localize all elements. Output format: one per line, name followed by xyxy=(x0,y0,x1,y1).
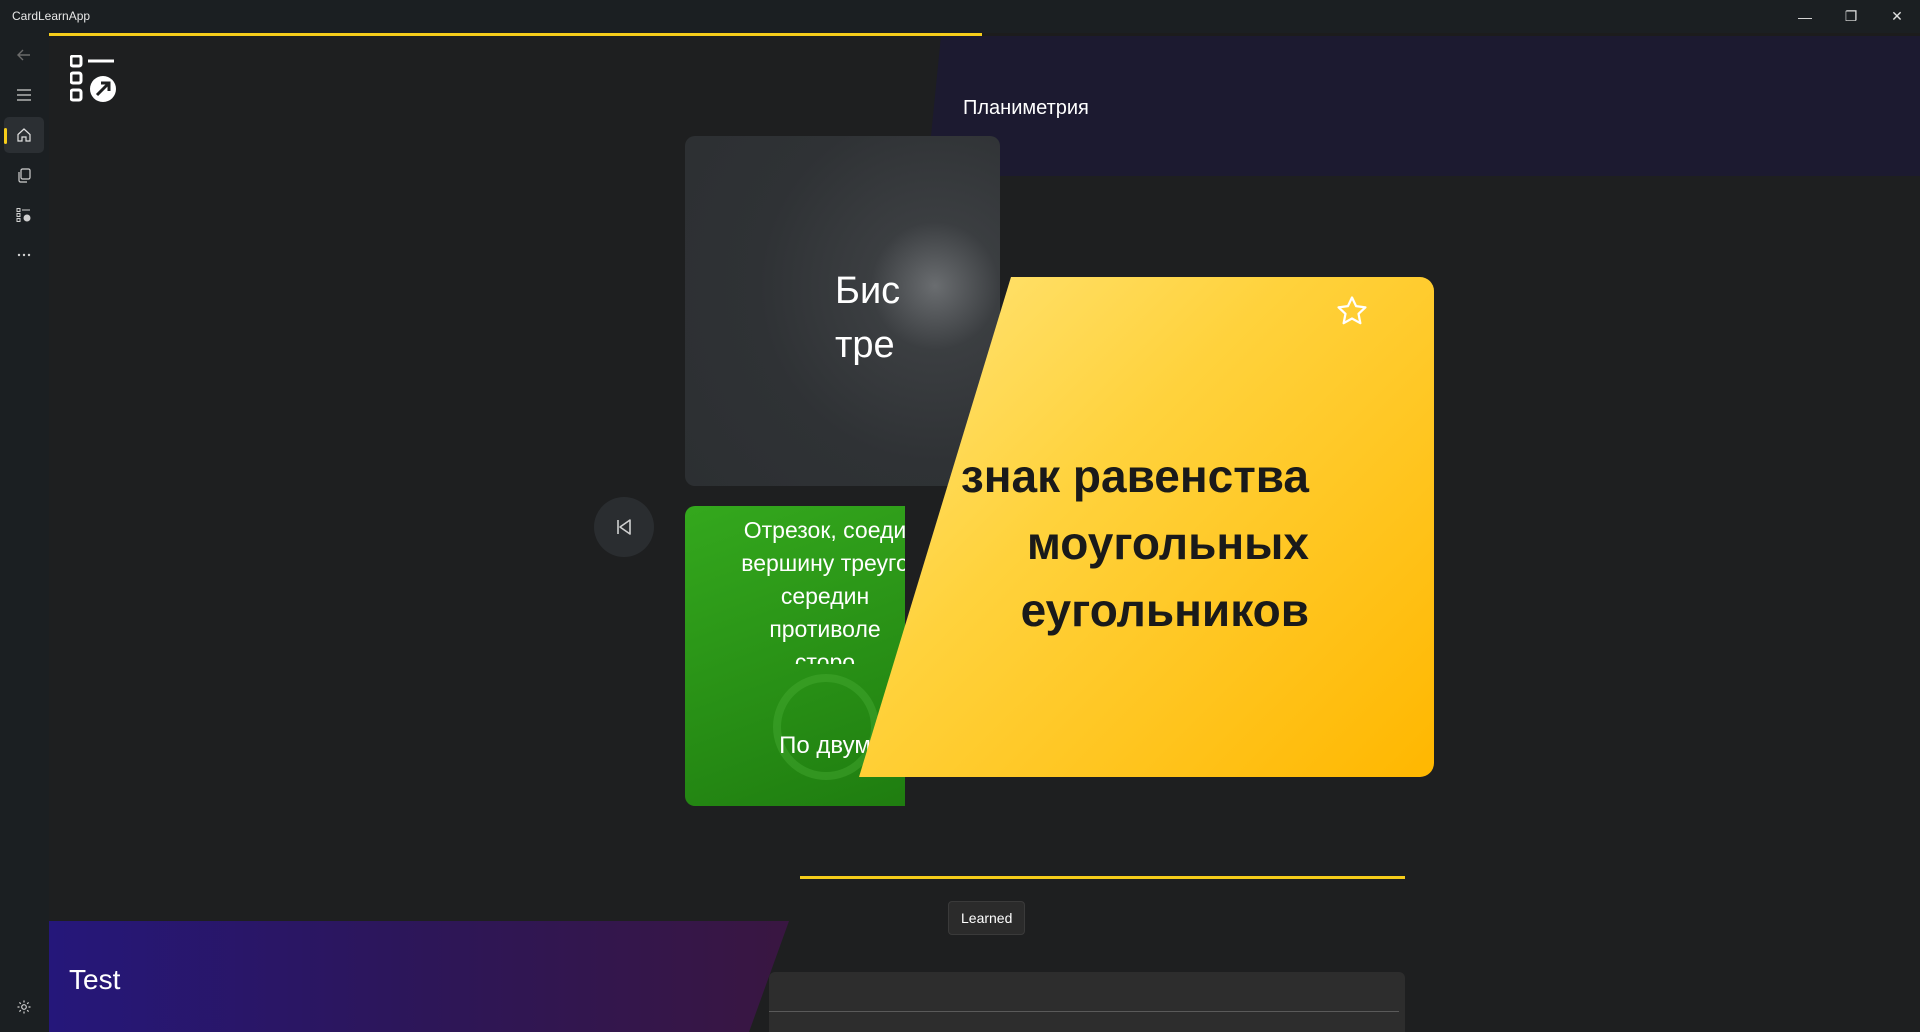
back-button[interactable] xyxy=(4,37,44,73)
cards-copy-icon xyxy=(18,168,31,183)
input-underline xyxy=(769,1011,1399,1012)
hamburger-icon xyxy=(17,89,31,101)
skip-previous-icon xyxy=(617,519,631,535)
deck-title: Планиметрия xyxy=(963,97,1089,119)
title-bar: CardLearnApp — ❐ ✕ xyxy=(0,0,1920,33)
close-button[interactable]: ✕ xyxy=(1874,0,1920,33)
test-answer-input[interactable] xyxy=(769,972,1405,1032)
app-logo-icon xyxy=(70,55,116,102)
selection-indicator xyxy=(4,128,7,144)
minimize-icon: — xyxy=(1798,8,1812,25)
minimize-button[interactable]: — xyxy=(1782,0,1828,33)
nav-rail xyxy=(0,33,49,1032)
previous-card-button[interactable] xyxy=(594,497,654,557)
maximize-icon: ❐ xyxy=(1844,8,1858,24)
back-arrow-icon xyxy=(17,49,30,61)
gear-icon xyxy=(17,1000,31,1014)
nav-item-settings[interactable] xyxy=(4,989,44,1025)
nav-item-more[interactable] xyxy=(4,237,44,273)
answer-definition-text: Отрезок, соеди вершину треуго середин пр… xyxy=(741,517,905,664)
home-icon xyxy=(17,128,31,142)
maximize-button[interactable]: ❐ xyxy=(1828,0,1874,33)
learned-tooltip: Learned xyxy=(948,901,1026,935)
stacked-card-back[interactable]: Бис тре xyxy=(685,136,1000,486)
nav-item-cards[interactable] xyxy=(4,157,44,193)
learned-progress-bar xyxy=(800,876,1405,879)
list-check-icon xyxy=(16,208,31,222)
test-title: Test xyxy=(69,964,121,995)
main-content: Планиметрия Бис тре Отрезок, соеди верши… xyxy=(49,36,1920,1032)
app-title: CardLearnApp xyxy=(12,9,91,23)
card-back-text: Бис тре xyxy=(835,270,901,366)
nav-item-quiz[interactable] xyxy=(4,197,44,233)
test-section-band xyxy=(49,921,789,1032)
nav-item-home[interactable] xyxy=(4,117,44,153)
favorite-star-icon[interactable] xyxy=(1335,294,1369,328)
close-icon: ✕ xyxy=(1891,8,1903,24)
more-icon xyxy=(17,253,31,257)
menu-button[interactable] xyxy=(4,77,44,113)
